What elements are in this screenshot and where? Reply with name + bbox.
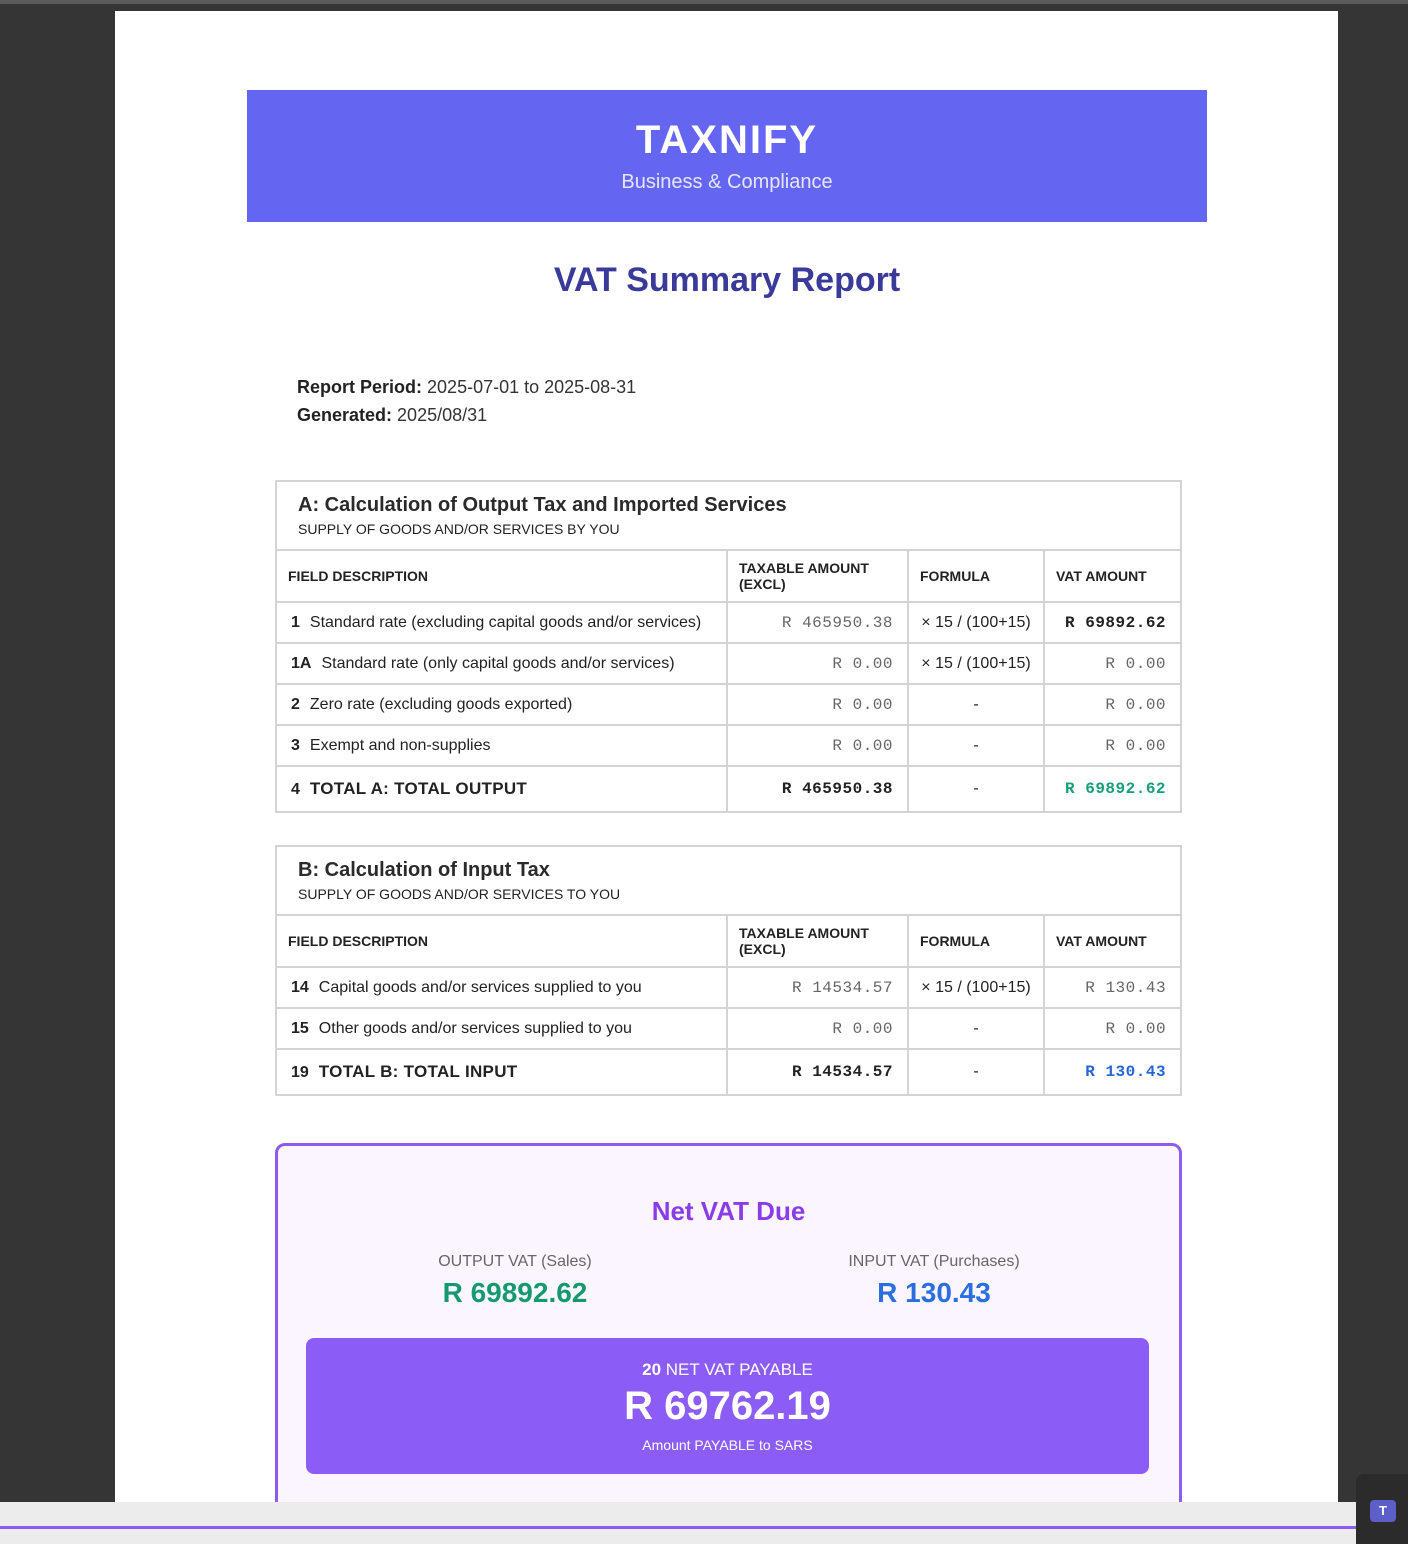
taxable-amount: R 14534.57 [726, 966, 909, 1009]
input-vat-label: INPUT VAT (Purchases) [848, 1253, 1020, 1270]
field-label: Exempt and non-supplies [309, 736, 491, 754]
teams-icon[interactable]: T [1370, 1500, 1396, 1522]
formula: - [907, 765, 1045, 813]
vat-amount: R 69892.62 [1042, 601, 1183, 644]
report-meta: Report Period: 2025-07-01 to 2025-08-31 … [297, 373, 636, 429]
total-row: 4 TOTAL A: TOTAL OUTPUT R 465950.38 - R 6… [275, 765, 1183, 813]
net-vat-payable-text: NET VAT PAYABLE [665, 1360, 813, 1379]
field-number: 14 [291, 978, 309, 996]
brand-tagline: Business & Compliance [621, 171, 833, 193]
field-label: Other goods and/or services supplied to … [318, 1019, 632, 1037]
field-label: Standard rate (excluding capital goods a… [309, 613, 702, 631]
section-b-table: B: Calculation of Input Tax SUPPLY OF GO… [274, 845, 1183, 1096]
field-label: Standard rate (only capital goods and/or… [321, 654, 675, 672]
net-vat-payable-amount: R 69762.19 [624, 1384, 831, 1428]
total-taxable-amount: R 465950.38 [726, 765, 909, 813]
taxable-amount: R 0.00 [726, 683, 909, 726]
formula: - [907, 1007, 1045, 1050]
formula: × 15 / (100+15) [907, 642, 1045, 685]
formula: - [907, 724, 1045, 767]
table-row: 2 Zero rate (excluding goods exported) R … [275, 683, 1183, 726]
table-row: 1 Standard rate (excluding capital goods … [275, 601, 1183, 644]
field-number: 1A [291, 654, 312, 672]
taxable-amount: R 0.00 [726, 1007, 909, 1050]
col-taxable-amount: TAXABLE AMOUNT (EXCL) [726, 549, 909, 603]
total-row: 19 TOTAL B: TOTAL INPUT R 14534.57 - R 13… [275, 1048, 1183, 1096]
section-b-header: B: Calculation of Input Tax SUPPLY OF GO… [274, 845, 1183, 916]
col-field-description: FIELD DESCRIPTION [275, 914, 728, 968]
bottom-toolbar [0, 1502, 1408, 1544]
report-period-value: 2025-07-01 to 2025-08-31 [427, 377, 637, 397]
total-label: TOTAL A: TOTAL OUTPUT [309, 779, 528, 798]
brand-name: TAXNIFY [635, 118, 819, 162]
field-number: 2 [291, 695, 300, 713]
col-formula: FORMULA [907, 914, 1045, 968]
table-row: 14 Capital goods and/or services supplied… [275, 966, 1183, 1009]
report-generated-label: Generated: [297, 405, 393, 425]
progress-line [0, 1526, 1360, 1529]
net-vat-payable-label: 20 NET VAT PAYABLE [306, 1360, 1149, 1380]
column-header-row: FIELD DESCRIPTION TAXABLE AMOUNT (EXCL) … [275, 549, 1183, 603]
vat-amount: R 130.43 [1042, 966, 1183, 1009]
col-taxable-amount: TAXABLE AMOUNT (EXCL) [726, 914, 909, 968]
field-number: 4 [291, 781, 300, 798]
field-label: Capital goods and/or services supplied t… [318, 978, 642, 996]
total-label: TOTAL B: TOTAL INPUT [318, 1062, 518, 1081]
section-b-title: B: Calculation of Input Tax [298, 859, 550, 881]
table-row: 1A Standard rate (only capital goods and/… [275, 642, 1183, 685]
formula: - [907, 683, 1045, 726]
vat-amount: R 0.00 [1042, 724, 1183, 767]
field-number: 3 [291, 736, 300, 754]
section-a-header: A: Calculation of Output Tax and Importe… [274, 480, 1183, 551]
table-row: 15 Other goods and/or services supplied t… [275, 1007, 1183, 1050]
report-page: TAXNIFY Business & Compliance VAT Summar… [115, 11, 1338, 1502]
input-vat-summary: INPUT VAT (Purchases) R 130.43 [784, 1253, 1084, 1309]
section-a-title: A: Calculation of Output Tax and Importe… [298, 494, 787, 516]
table-row: 3 Exempt and non-supplies R 0.00 - R 0.00 [275, 724, 1183, 767]
column-header-row: FIELD DESCRIPTION TAXABLE AMOUNT (EXCL) … [275, 914, 1183, 968]
total-taxable-amount: R 14534.57 [726, 1048, 909, 1096]
field-number: 19 [291, 1064, 309, 1081]
window-top-edge [0, 0, 1408, 4]
section-a-table: A: Calculation of Output Tax and Importe… [274, 480, 1183, 813]
taxable-amount: R 0.00 [726, 724, 909, 767]
report-period-label: Report Period: [297, 377, 423, 397]
vat-amount: R 0.00 [1042, 642, 1183, 685]
net-vat-title: Net VAT Due [651, 1196, 806, 1226]
field-number: 15 [291, 1019, 309, 1037]
field-label: Zero rate (excluding goods exported) [309, 695, 573, 713]
col-vat-amount: VAT AMOUNT [1042, 549, 1183, 603]
col-formula: FORMULA [907, 549, 1045, 603]
input-vat-value: R 130.43 [877, 1277, 991, 1308]
brand-banner: TAXNIFY Business & Compliance [247, 90, 1207, 222]
formula: × 15 / (100+15) [907, 601, 1045, 644]
col-field-description: FIELD DESCRIPTION [275, 549, 728, 603]
field-number: 1 [291, 613, 300, 631]
col-vat-amount: VAT AMOUNT [1042, 914, 1183, 968]
report-title: VAT Summary Report [553, 261, 901, 299]
output-vat-label: OUTPUT VAT (Sales) [438, 1253, 592, 1270]
net-vat-payable-note: Amount PAYABLE to SARS [642, 1437, 813, 1453]
taxable-amount: R 465950.38 [726, 601, 909, 644]
net-vat-panel: Net VAT Due OUTPUT VAT (Sales) R 69892.6… [275, 1143, 1182, 1502]
vat-amount: R 0.00 [1042, 1007, 1183, 1050]
output-vat-summary: OUTPUT VAT (Sales) R 69892.62 [365, 1253, 665, 1309]
output-vat-value: R 69892.62 [442, 1277, 588, 1308]
section-a-subtitle: SUPPLY OF GOODS AND/OR SERVICES BY YOU [298, 521, 620, 537]
report-generated-value: 2025/08/31 [397, 405, 488, 425]
report-generated: Generated: 2025/08/31 [297, 401, 636, 429]
taxable-amount: R 0.00 [726, 642, 909, 685]
formula: × 15 / (100+15) [907, 966, 1045, 1009]
taskbar-app-tile[interactable]: T [1356, 1474, 1408, 1544]
formula: - [907, 1048, 1045, 1096]
section-b-subtitle: SUPPLY OF GOODS AND/OR SERVICES TO YOU [298, 886, 621, 902]
report-period: Report Period: 2025-07-01 to 2025-08-31 [297, 373, 636, 401]
net-vat-payable-box: 20 NET VAT PAYABLE R 69762.19 Amount PAY… [306, 1338, 1149, 1474]
net-vat-field-number: 20 [642, 1360, 662, 1379]
total-output-vat: R 69892.62 [1042, 765, 1183, 813]
vat-amount: R 0.00 [1042, 683, 1183, 726]
total-input-vat: R 130.43 [1042, 1048, 1183, 1096]
